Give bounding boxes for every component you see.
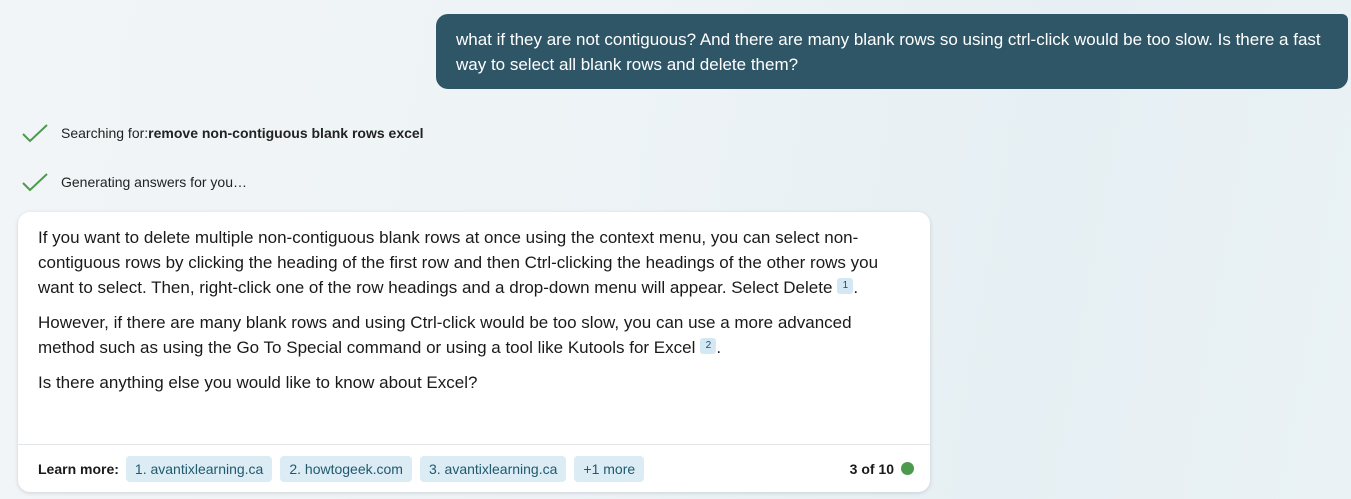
answer-card: If you want to delete multiple non-conti… (18, 212, 930, 492)
check-icon (22, 172, 48, 192)
answer-paragraph-text: However, if there are many blank rows an… (38, 313, 852, 357)
response-counter-text: 3 of 10 (849, 460, 894, 477)
more-sources-button[interactable]: +1 more (574, 455, 645, 482)
user-message-bubble: what if they are not contiguous? And the… (436, 14, 1348, 89)
search-status-prefix: Searching for: (61, 125, 149, 141)
answer-paragraph-text: If you want to delete multiple non-conti… (38, 228, 879, 297)
citation-badge[interactable]: 1 (837, 278, 854, 294)
answer-paragraph: If you want to delete multiple non-conti… (38, 228, 879, 297)
generating-status-text: Generating answers for you… (61, 174, 247, 190)
citation-badge[interactable]: 2 (700, 338, 717, 354)
status-dot-icon (901, 462, 914, 475)
learn-more-label: Learn more: (38, 460, 119, 477)
check-icon (22, 123, 48, 143)
answer-paragraph: However, if there are many blank rows an… (38, 313, 852, 357)
generating-status: Generating answers for you… (22, 170, 247, 194)
answer-paragraph: Is there anything else you would like to… (38, 370, 910, 395)
source-link-3[interactable]: 3. avantixlearning.ca (419, 455, 567, 482)
answer-body: If you want to delete multiple non-conti… (18, 212, 930, 395)
learn-more-bar: Learn more: 1. avantixlearning.ca 2. how… (18, 444, 930, 492)
search-query: remove non-contiguous blank rows excel (148, 125, 424, 141)
source-link-1[interactable]: 1. avantixlearning.ca (125, 455, 273, 482)
user-message-text: what if they are not contiguous? And the… (456, 30, 1321, 74)
response-counter: 3 of 10 (850, 461, 914, 477)
search-status: Searching for: remove non-contiguous bla… (22, 121, 424, 145)
answer-paragraph-text: Is there anything else you would like to… (38, 373, 478, 392)
source-link-2[interactable]: 2. howtogeek.com (280, 455, 412, 482)
